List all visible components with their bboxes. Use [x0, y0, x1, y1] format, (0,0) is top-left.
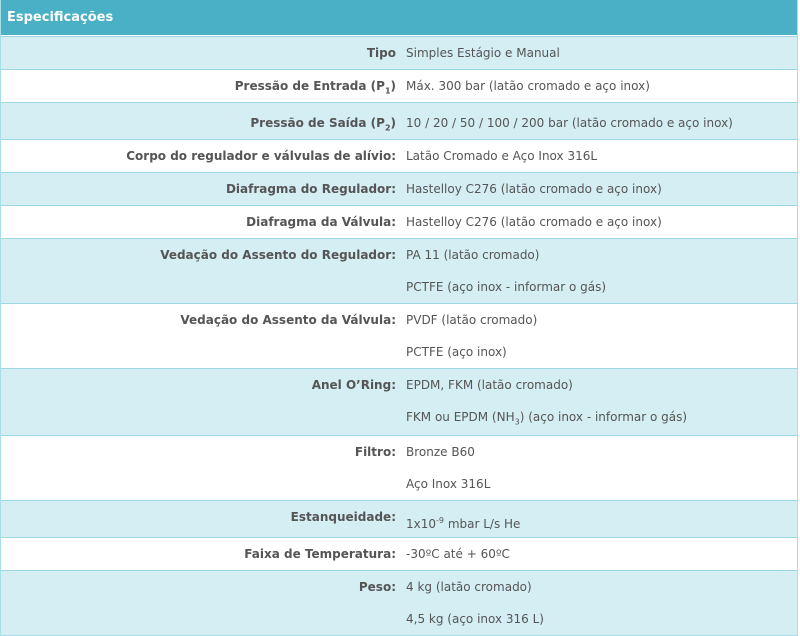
spec-value: 4,5 kg (aço inox 316 L)	[406, 612, 544, 626]
spec-value: PCTFE (aço inox - informar o gás)	[406, 280, 607, 294]
spec-value: PCTFE (aço inox)	[406, 345, 507, 359]
spec-label: Vedação do Assento do Regulador:	[160, 248, 396, 262]
spec-label: Corpo do regulador e válvulas de alívio:	[126, 149, 396, 163]
spec-value: Hastelloy C276 (latão cromado e aço inox…	[406, 182, 662, 196]
spec-value: Latão Cromado e Aço Inox 316L	[406, 149, 598, 163]
spec-label: Vedação do Assento da Válvula:	[180, 313, 396, 327]
spec-value: 4 kg (latão cromado)	[406, 580, 532, 594]
spec-value: -30ºC até + 60ºC	[406, 547, 510, 561]
spec-value: 10 / 20 / 50 / 100 / 200 bar (latão crom…	[406, 116, 733, 130]
spec-row-vedacao-regulador: Vedação do Assento do Regulador: PA 11 (…	[1, 238, 797, 304]
spec-label: Tipo	[366, 46, 396, 60]
spec-label: Peso:	[358, 580, 396, 594]
panel-title: Especificações	[1, 0, 797, 36]
spec-row-tipo: Tipo Simples Estágio e Manual	[1, 36, 797, 70]
spec-value: Máx. 300 bar (latão cromado e aço inox)	[406, 79, 650, 93]
specifications-table: Tipo Simples Estágio e Manual Pressão de…	[1, 36, 797, 635]
spec-row-corpo: Corpo do regulador e válvulas de alívio:…	[1, 139, 797, 173]
spec-label: Anel O’Ring:	[311, 378, 396, 392]
spec-label: Filtro:	[354, 445, 396, 459]
spec-value: PVDF (latão cromado)	[406, 313, 538, 327]
spec-row-estanqueidade: Estanqueidade: 1x10-9 mbar L/s He	[1, 500, 797, 538]
spec-row-pressao-saida: Pressão de Saída (P2) 10 / 20 / 50 / 100…	[1, 102, 797, 140]
spec-value: EPDM, FKM (latão cromado)	[406, 378, 573, 392]
spec-value: Bronze B60	[406, 445, 475, 459]
specifications-panel: Especificações Tipo Simples Estágio e Ma…	[0, 0, 798, 636]
spec-row-temperatura: Faixa de Temperatura: -30ºC até + 60ºC	[1, 537, 797, 571]
spec-label: Diafragma da Válvula:	[246, 215, 396, 229]
spec-label: Faixa de Temperatura:	[244, 547, 396, 561]
spec-value: Simples Estágio e Manual	[406, 46, 560, 60]
spec-value: 1x10-9 mbar L/s He	[406, 516, 521, 531]
spec-label: Pressão de Saída (P2)	[250, 116, 396, 133]
spec-label: Estanqueidade:	[290, 510, 396, 524]
spec-value: PA 11 (latão cromado)	[406, 248, 540, 262]
spec-value: FKM ou EPDM (NH3) (aço inox - informar o…	[406, 410, 688, 427]
spec-row-vedacao-valvula: Vedação do Assento da Válvula: PVDF (lat…	[1, 303, 797, 369]
spec-row-peso: Peso: 4 kg (latão cromado) 4,5 kg (aço i…	[1, 570, 797, 635]
spec-row-diafragma-valvula: Diafragma da Válvula: Hastelloy C276 (la…	[1, 205, 797, 239]
spec-row-filtro: Filtro: Bronze B60 Aço Inox 316L	[1, 435, 797, 501]
spec-row-pressao-entrada: Pressão de Entrada (P1) Máx. 300 bar (la…	[1, 69, 797, 103]
spec-row-anel-oring: Anel O’Ring: EPDM, FKM (latão cromado) F…	[1, 368, 797, 436]
spec-label: Diafragma do Regulador:	[225, 182, 396, 196]
spec-value: Aço Inox 316L	[406, 477, 491, 491]
spec-value: Hastelloy C276 (latão cromado e aço inox…	[406, 215, 662, 229]
spec-row-diafragma-regulador: Diafragma do Regulador: Hastelloy C276 (…	[1, 172, 797, 206]
spec-label: Pressão de Entrada (P1)	[234, 79, 396, 96]
